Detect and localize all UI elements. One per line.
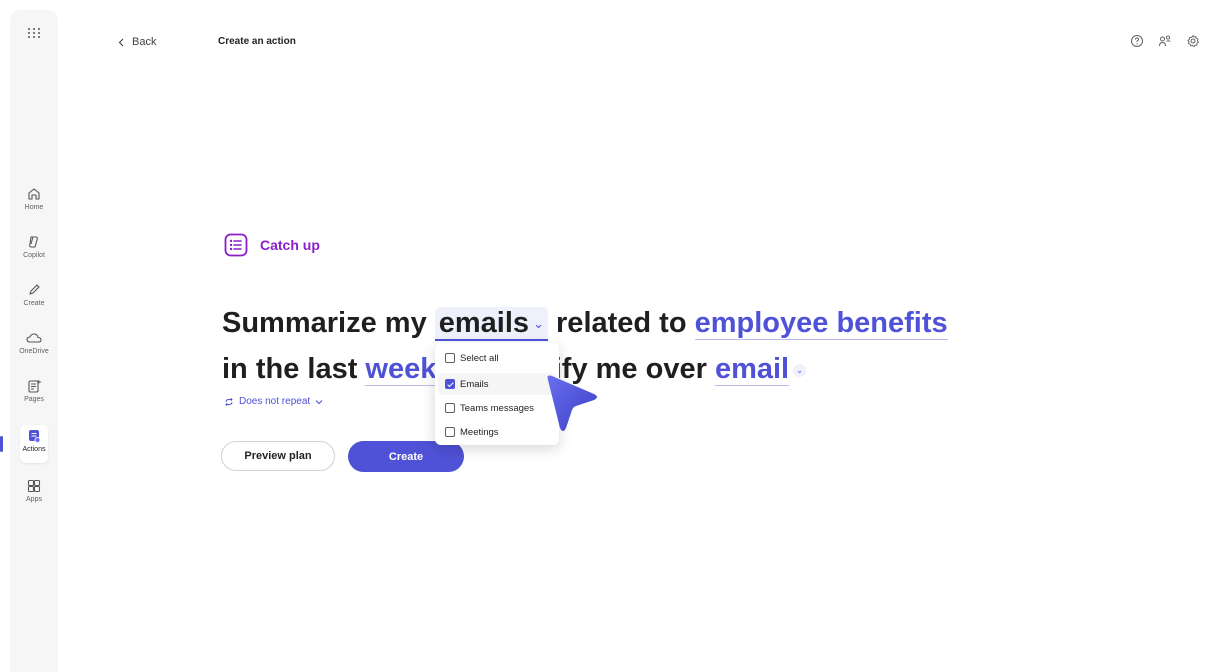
nav-label-pages: Pages	[24, 396, 44, 403]
sentence-text: Summarize my	[222, 307, 435, 339]
content-type-value: emails	[438, 307, 530, 339]
cloud-icon	[26, 333, 42, 343]
sentence-text: related to	[547, 307, 695, 339]
nav-label-actions: Actions	[22, 446, 46, 453]
nav-item-onedrive[interactable]: OneDrive	[10, 330, 58, 374]
preview-plan-button[interactable]: Preview plan	[221, 441, 335, 471]
timeframe-slot[interactable]: week	[365, 353, 437, 386]
topic-slot[interactable]: employee benefits	[694, 307, 948, 340]
template-label: Catch up	[260, 237, 320, 253]
template-header: Catch up	[224, 233, 320, 257]
repeat-selector[interactable]: Does not repeat	[224, 396, 323, 407]
checkbox[interactable]	[445, 427, 455, 437]
back-label: Back	[132, 36, 157, 48]
sentence-text: in the last	[222, 353, 366, 385]
nav-item-pages[interactable]: Pages	[10, 378, 58, 422]
option-label: Emails	[460, 378, 489, 390]
checkbox[interactable]	[445, 403, 455, 413]
nav-label-create: Create	[23, 300, 45, 307]
chevron-down-icon[interactable]: ⌄	[793, 363, 807, 377]
home-icon	[28, 188, 40, 200]
option-select-all[interactable]: Select all	[445, 349, 499, 367]
app-launcher-icon[interactable]	[26, 26, 42, 40]
option-label: Meetings	[460, 426, 499, 438]
help-icon[interactable]	[1130, 34, 1144, 48]
settings-gear-icon[interactable]	[1186, 34, 1200, 48]
active-indicator	[0, 436, 3, 452]
checkbox-checked[interactable]	[445, 379, 455, 389]
chevron-down-icon	[315, 399, 323, 404]
pointer-cursor-icon	[547, 375, 597, 431]
nav-item-home[interactable]: Home	[10, 186, 58, 230]
checkbox[interactable]	[445, 353, 455, 363]
option-meetings[interactable]: Meetings	[445, 423, 499, 441]
nav-item-actions[interactable]: Actions	[0, 425, 58, 472]
chevron-down-icon: ⌄	[533, 316, 544, 332]
nav-label-apps: Apps	[26, 496, 42, 503]
create-button[interactable]: Create	[348, 441, 464, 472]
nav-label-copilot: Copilot	[23, 252, 45, 259]
option-label: Select all	[460, 352, 499, 364]
page-title: Create an action	[218, 36, 296, 47]
option-label: Teams messages	[460, 402, 534, 414]
pages-icon	[28, 379, 42, 393]
back-button[interactable]: Back	[118, 36, 156, 48]
actions-icon	[29, 430, 41, 443]
copilot-icon	[29, 236, 38, 248]
top-right-toolbar	[1130, 34, 1200, 48]
nav-item-apps[interactable]: Apps	[10, 478, 58, 522]
option-emails[interactable]: Emails	[445, 375, 489, 393]
nav-item-copilot[interactable]: Copilot	[10, 234, 58, 278]
chevron-left-icon	[118, 38, 124, 46]
repeat-icon	[225, 397, 233, 406]
left-nav-rail: Home Copilot Create OneDrive Pages Actio…	[0, 10, 58, 672]
nav-label-onedrive: OneDrive	[19, 348, 49, 355]
list-icon	[224, 233, 248, 257]
nav-label-home: Home	[24, 204, 44, 211]
repeat-label: Does not repeat	[239, 396, 311, 407]
share-people-icon[interactable]	[1158, 34, 1172, 48]
nav-item-create[interactable]: Create	[10, 282, 58, 326]
content-type-dropdown: Select all Emails Teams messages Meeting…	[435, 343, 559, 445]
pen-icon	[29, 284, 40, 295]
option-teams-messages[interactable]: Teams messages	[445, 399, 534, 417]
channel-slot[interactable]: email	[714, 353, 790, 386]
apps-icon	[27, 479, 41, 493]
content-type-slot[interactable]: emails ⌄	[434, 307, 548, 341]
